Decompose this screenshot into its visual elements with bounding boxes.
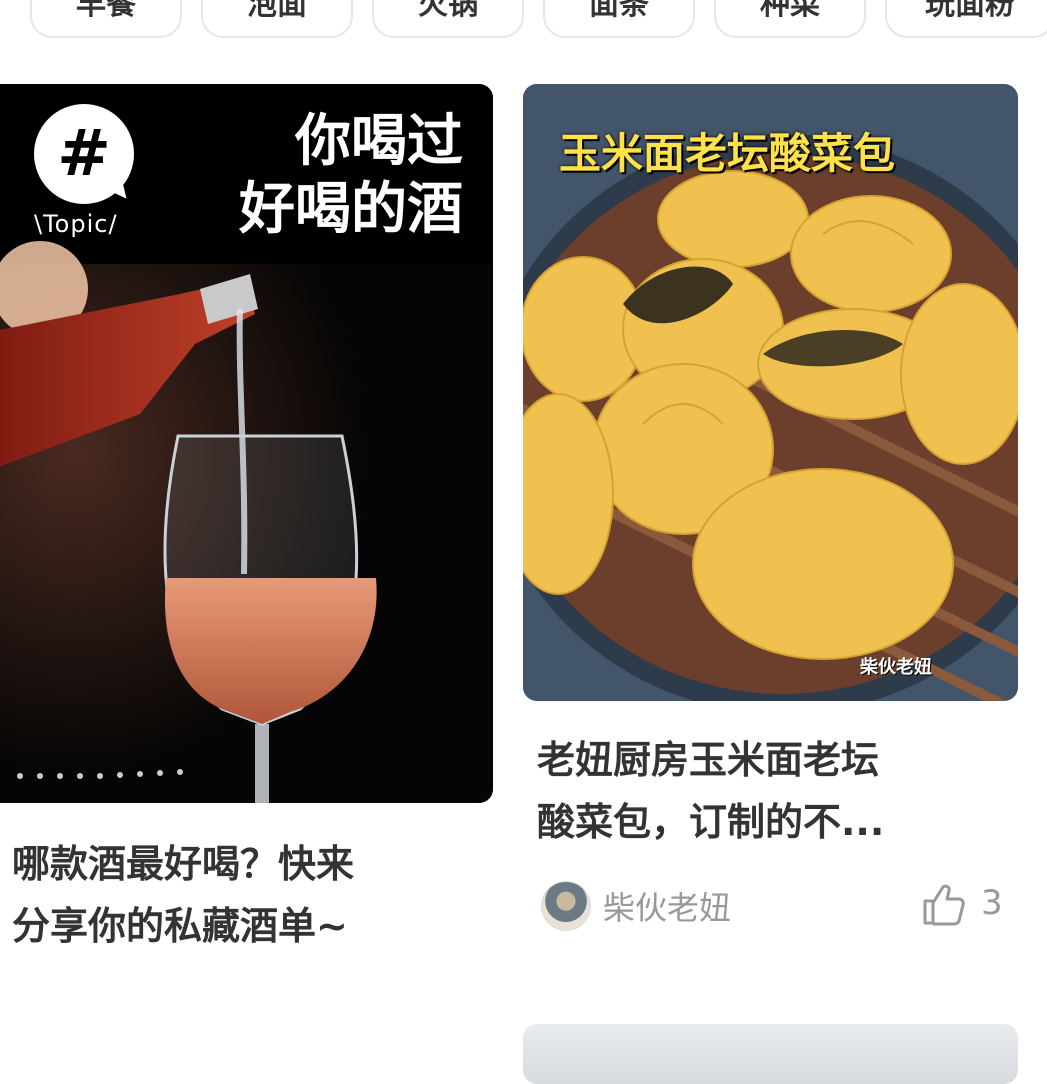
- topic-cover-image[interactable]: # \Topic/ 你喝过 好喝的酒: [0, 84, 493, 803]
- cover-caption: 玉米面老坛酸菜包: [559, 129, 896, 178]
- thumbs-up-icon[interactable]: [919, 881, 967, 929]
- topic-label: \Topic/: [34, 210, 118, 238]
- avatar[interactable]: [541, 881, 591, 931]
- chip-category[interactable]: 种菜: [714, 0, 866, 38]
- chip-category[interactable]: 泡面: [201, 0, 353, 38]
- feed-card-topic[interactable]: # \Topic/ 你喝过 好喝的酒 哪款酒最好喝？快来 分享你的私藏酒单~: [0, 84, 493, 957]
- card-title[interactable]: 老妞厨房玉米面老坛 酸菜包，订制的不...: [523, 729, 1018, 853]
- post-cover-image[interactable]: 玉米面老坛酸菜包 柴伙老妞: [523, 84, 1018, 701]
- like-count: 3: [981, 883, 1003, 923]
- feed-card-next-cover[interactable]: [523, 1024, 1018, 1084]
- chip-category[interactable]: 火锅: [372, 0, 524, 38]
- author-name[interactable]: 柴伙老妞: [603, 883, 731, 929]
- category-chips: 早餐 泡面 火锅 面条 种菜 玩面粉: [0, 0, 1047, 60]
- card-meta: 柴伙老妞 3: [523, 873, 1018, 933]
- card-title[interactable]: 哪款酒最好喝？快来 分享你的私藏酒单~: [0, 833, 493, 957]
- cover-heading: 你喝过 好喝的酒: [239, 109, 463, 242]
- cover-watermark: 柴伙老妞: [860, 657, 932, 678]
- feed-card-post[interactable]: 玉米面老坛酸菜包 柴伙老妞 老妞厨房玉米面老坛 酸菜包，订制的不... 柴伙老妞…: [523, 84, 1018, 933]
- chip-category[interactable]: 玩面粉: [885, 0, 1047, 38]
- chip-category[interactable]: 早餐: [30, 0, 182, 38]
- chip-category[interactable]: 面条: [543, 0, 695, 38]
